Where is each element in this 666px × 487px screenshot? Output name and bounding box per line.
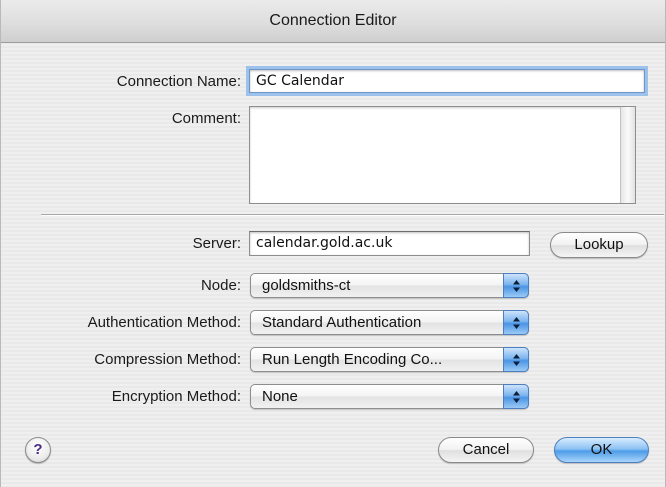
separator xyxy=(41,214,664,216)
authentication-method-selected: Standard Authentication xyxy=(262,314,422,331)
compression-method-popup[interactable]: Run Length Encoding Co... xyxy=(250,347,529,372)
connection-editor-window: Connection Editor Connection Name: GC Ca… xyxy=(0,0,666,487)
comment-textarea[interactable] xyxy=(249,106,636,204)
cancel-button[interactable]: Cancel xyxy=(438,437,534,463)
connection-name-label: Connection Name: xyxy=(116,73,241,90)
connection-name-field[interactable]: GC Calendar xyxy=(249,69,645,93)
compression-method-selected: Run Length Encoding Co... xyxy=(262,351,443,368)
help-icon: ? xyxy=(33,441,43,458)
cancel-button-label: Cancel xyxy=(462,441,510,458)
help-button[interactable]: ? xyxy=(25,437,51,463)
authentication-method-popup[interactable]: Standard Authentication xyxy=(250,310,529,335)
compression-method-label: Compression Method: xyxy=(94,351,241,368)
node-selected: goldsmiths-ct xyxy=(262,277,351,294)
server-label: Server: xyxy=(192,235,241,252)
connection-name-value: GC Calendar xyxy=(256,73,345,89)
server-field[interactable]: calendar.gold.ac.uk xyxy=(249,231,530,256)
encryption-method-selected: None xyxy=(262,388,298,405)
lookup-button-label: Lookup xyxy=(574,236,624,253)
updown-arrows-icon xyxy=(503,347,529,372)
authentication-method-label: Authentication Method: xyxy=(87,314,241,331)
node-label: Node: xyxy=(200,277,241,294)
lookup-button[interactable]: Lookup xyxy=(550,232,648,258)
encryption-method-label: Encryption Method: xyxy=(111,388,241,405)
server-value: calendar.gold.ac.uk xyxy=(256,235,393,251)
ok-button-label: OK xyxy=(590,441,613,458)
comment-label: Comment: xyxy=(171,110,241,127)
ok-button[interactable]: OK xyxy=(554,437,649,463)
encryption-method-popup[interactable]: None xyxy=(250,384,529,409)
node-popup[interactable]: goldsmiths-ct xyxy=(250,273,529,298)
window-title: Connection Editor xyxy=(269,12,397,29)
updown-arrows-icon xyxy=(503,273,529,298)
comment-scrollbar[interactable] xyxy=(620,107,635,203)
updown-arrows-icon xyxy=(503,310,529,335)
updown-arrows-icon xyxy=(503,384,529,409)
title-bar: Connection Editor xyxy=(1,0,665,43)
